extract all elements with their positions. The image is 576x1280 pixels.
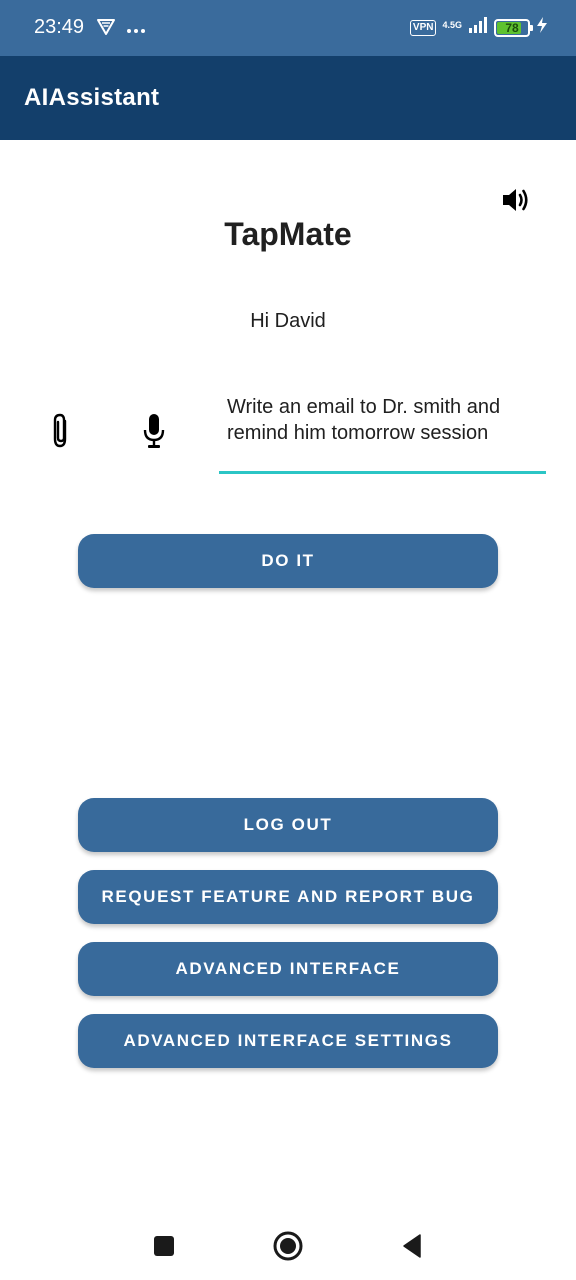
network-type: 4.5G xyxy=(442,19,462,30)
greeting-text: Hi David xyxy=(250,310,326,332)
signal-icon xyxy=(468,16,488,39)
status-left-icons xyxy=(96,18,146,41)
system-nav-bar xyxy=(0,1208,576,1280)
app-title: AIAssistant xyxy=(24,84,160,111)
paperclip-icon[interactable] xyxy=(44,408,78,454)
volume-icon[interactable] xyxy=(498,182,534,218)
do-it-button[interactable]: DO IT xyxy=(78,534,498,588)
battery-icon: 78 xyxy=(494,18,533,37)
status-time: 23:49 xyxy=(34,16,85,38)
advanced-interface-settings-button[interactable]: ADVANCED INTERFACE SETTINGS xyxy=(78,1014,498,1068)
home-circle-icon[interactable] xyxy=(270,1228,306,1264)
vpn-badge: VPN xyxy=(409,19,437,36)
status-bar: 23:49 VPN 4.5G 78 xyxy=(0,0,576,56)
battery-level: 78 xyxy=(505,20,519,35)
prompt-input[interactable]: Write an email to Dr. smith and remind h… xyxy=(219,388,546,474)
request-feature-button[interactable]: REQUEST FEATURE AND REPORT BUG xyxy=(78,870,498,924)
advanced-interface-button[interactable]: ADVANCED INTERFACE xyxy=(78,942,498,996)
status-right-icons: VPN 4.5G 78 xyxy=(409,16,548,39)
log-out-button[interactable]: LOG OUT xyxy=(78,798,498,852)
charging-bolt-icon xyxy=(536,16,548,39)
app-bar: AIAssistant xyxy=(0,56,576,140)
recents-square-icon[interactable] xyxy=(146,1228,182,1264)
prompt-input-text[interactable]: Write an email to Dr. smith and remind h… xyxy=(227,394,546,446)
back-triangle-icon[interactable] xyxy=(394,1228,430,1264)
more-dots-icon xyxy=(126,21,146,39)
page-title: TapMate xyxy=(224,216,352,252)
vpn-shield-icon xyxy=(96,18,116,41)
microphone-icon[interactable] xyxy=(138,408,170,454)
